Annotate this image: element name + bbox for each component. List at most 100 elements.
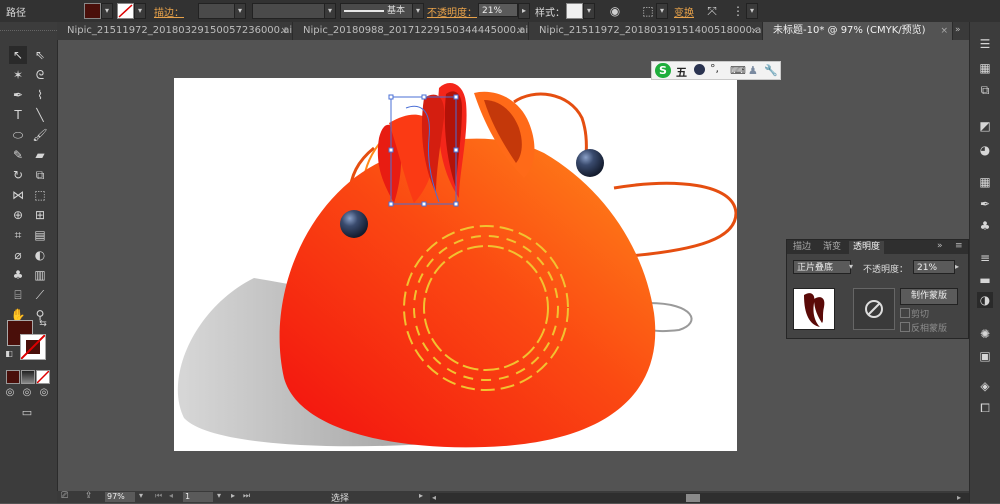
color-guide-icon[interactable]: ◩ [977,118,993,134]
gradient-tool-icon[interactable]: ▤ [31,226,49,244]
tab-stroke[interactable]: 描边 [789,241,815,254]
swatches-icon[interactable]: ▦ [977,174,993,190]
line-tool-icon[interactable]: ╲ [31,106,49,124]
previous-page-icon[interactable]: ◂ [169,491,173,500]
close-icon[interactable]: × [750,22,758,40]
document-tab[interactable]: Nipic_21511972_20180319151400518000.ai*.… [529,22,763,40]
libraries-icon[interactable]: ⧉ [977,82,993,98]
panel-menu-icon[interactable]: ≡ [955,241,963,251]
appearance-icon[interactable]: ✺ [977,326,993,342]
wrench-icon[interactable]: 🔧 [764,64,778,77]
draw-behind-icon[interactable]: ◎ [20,386,34,400]
gradient-panel-icon[interactable]: ▬ [977,272,993,288]
artboard-nav-icon[interactable]: ⎚ [61,491,68,501]
collapse-panel-icon[interactable]: » [937,241,943,251]
graphic-style-swatch[interactable] [566,3,583,19]
align-options-arrow[interactable]: ▾ [656,3,668,19]
type-tool-icon[interactable]: T [9,106,27,124]
ellipse-tool-icon[interactable]: ⬭ [9,126,27,144]
draw-inside-icon[interactable]: ◎ [37,386,51,400]
properties-icon[interactable]: ☰ [977,36,993,52]
document-tab-active[interactable]: 未标题-10* @ 97% (CMYK/预览) × [763,22,953,40]
transform-label[interactable]: 变换 [674,4,694,19]
stroke-panel-icon[interactable]: ≡ [977,250,993,266]
paintbrush-tool-icon[interactable]: 🖌 [31,126,49,144]
zoom-level-field[interactable]: 97% [105,492,135,502]
width-tool-icon[interactable]: ⋈ [9,186,27,204]
symbols-icon[interactable]: ♣ [977,218,993,234]
color-palette-icon[interactable]: ◕ [977,142,993,158]
chevron-down-icon[interactable]: ▾ [849,260,859,274]
mask-thumbnail[interactable] [853,288,895,330]
draw-normal-icon[interactable]: ◎ [3,386,17,400]
make-mask-button[interactable]: 制作蒙版 [900,288,958,305]
pen-tool-icon[interactable]: ✒ [9,86,27,104]
brush-profile-arrow[interactable]: ▾ [412,3,424,19]
mesh-tool-icon[interactable]: ⌗ [9,226,27,244]
brush-profile-dropdown[interactable]: 基本 [340,3,414,19]
swap-fill-stroke-icon[interactable]: ⇆ [37,318,49,330]
stroke-color-box[interactable] [20,334,46,360]
default-colors-icon[interactable]: ◧ [3,348,15,360]
opacity-input[interactable]: 21% [478,3,518,17]
slice-tool-icon[interactable]: ⟋ [31,286,49,304]
fill-swatch[interactable] [84,3,101,19]
panel-grip[interactable] [0,30,57,33]
invert-mask-checkbox[interactable] [900,322,910,332]
artboard-canvas[interactable] [174,78,738,451]
variable-width-arrow[interactable]: ▾ [324,3,336,19]
first-page-icon[interactable]: ⏮ [155,491,162,501]
selection-tool-icon[interactable]: ↖ [9,46,27,64]
gradient-mode-icon[interactable] [21,370,35,384]
blend-tool-icon[interactable]: ◐ [31,246,49,264]
eraser-tool-icon[interactable]: ▰ [31,146,49,164]
magic-wand-tool-icon[interactable]: ✶ [9,66,27,84]
shape-builder-tool-icon[interactable]: ⊕ [9,206,27,224]
artboard-tool-icon[interactable]: ⌸ [9,286,27,304]
page-number-field[interactable]: 1 [183,492,213,502]
curvature-tool-icon[interactable]: ⌇ [31,86,49,104]
transparency-panel-icon[interactable]: ◑ [977,292,993,308]
align-options-icon[interactable]: ⬚ [640,3,656,19]
graphic-style-arrow[interactable]: ▾ [583,3,595,19]
panel-options-arrow[interactable]: ▾ [746,3,758,19]
stroke-dropdown-arrow[interactable]: ▾ [134,3,146,19]
input-mode-label[interactable]: 五 [676,64,687,80]
object-thumbnail[interactable] [793,288,835,330]
panel-opacity-input[interactable]: 21% [913,260,955,274]
scroll-thumb[interactable] [686,494,700,502]
next-page-icon[interactable]: ▸ [231,491,235,500]
color-mode-icon[interactable] [6,370,20,384]
none-mode-icon[interactable] [36,370,50,384]
red-lucky-bag-artwork[interactable] [174,78,738,451]
document-tab[interactable]: Nipic_20180988_20171229150344445000.ai*.… [293,22,529,40]
page-dropdown-icon[interactable]: ▾ [217,491,221,500]
status-menu-icon[interactable]: ▸ [419,491,423,500]
stroke-swatch[interactable] [117,3,134,19]
opacity-label[interactable]: 不透明度： [427,4,477,19]
zoom-dropdown-icon[interactable]: ▾ [139,491,143,500]
stroke-label[interactable]: 描边： [154,4,184,19]
stroke-weight-arrow[interactable]: ▾ [234,3,246,19]
variable-width-dropdown[interactable] [252,3,326,19]
screen-mode-icon[interactable]: ▭ [16,404,38,420]
symbol-sprayer-tool-icon[interactable]: ♣ [9,266,27,284]
eyedropper-tool-icon[interactable]: ⌀ [9,246,27,264]
artboards-icon[interactable]: ⧠ [977,400,993,416]
keyboard-icon[interactable]: ⌨ [730,64,746,77]
punctuation-icon[interactable]: °, [710,62,719,75]
clip-checkbox[interactable] [900,308,910,318]
recolor-artwork-icon[interactable]: ◉ [607,3,623,19]
panel-options-icon[interactable]: ⋮ [730,3,746,19]
tab-overflow-icon[interactable]: » [955,25,961,35]
tab-gradient[interactable]: 渐变 [819,241,845,254]
close-icon[interactable]: × [280,22,288,40]
skin-icon[interactable]: ♟ [748,64,758,77]
free-transform-tool-icon[interactable]: ⬚ [31,186,49,204]
opacity-arrow[interactable]: ▸ [518,3,530,19]
last-page-icon[interactable]: ⏭ [243,491,250,501]
layers-stack-icon[interactable]: ▦ [977,60,993,76]
close-icon[interactable]: × [940,22,948,40]
scale-tool-icon[interactable]: ⧉ [31,166,49,184]
column-graph-tool-icon[interactable]: ▥ [31,266,49,284]
